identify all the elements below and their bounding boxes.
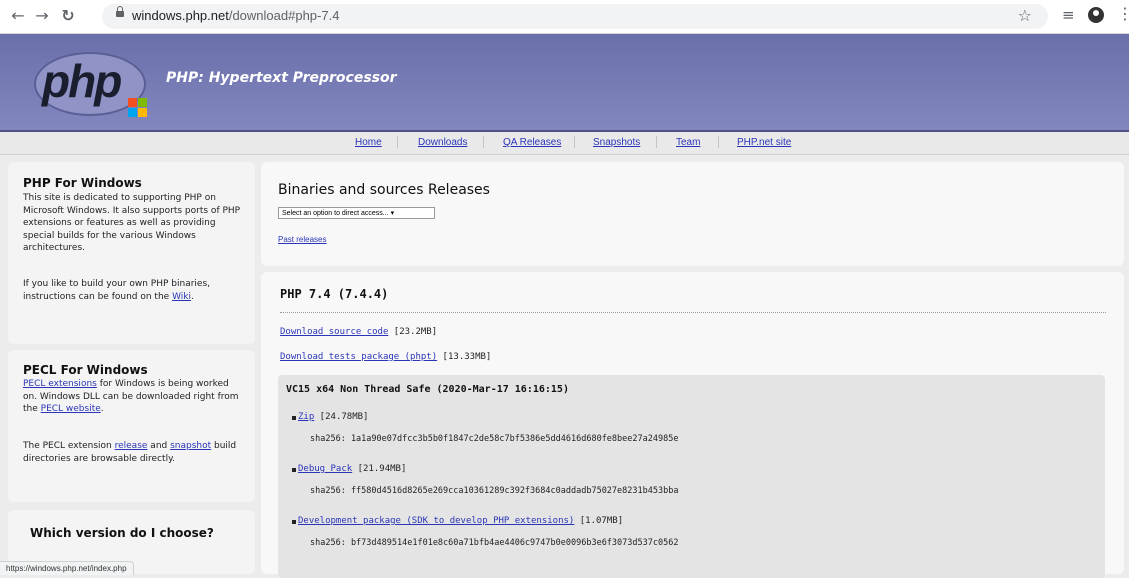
source-download: Download source code [23.2MB] (280, 327, 438, 337)
php-version-panel: PHP 7.4 (7.4.4) Download source code [23… (261, 272, 1124, 578)
releases-title: Binaries and sources Releases (278, 182, 490, 198)
past-releases-link[interactable]: Past releases (278, 235, 326, 244)
nav-snapshots[interactable]: Snapshots (593, 137, 640, 148)
address-bar[interactable]: windows.php.net/download#php-7.4 ☆ (102, 4, 1048, 29)
url-text: windows.php.net/download#php-7.4 (132, 8, 340, 23)
nav-team[interactable]: Team (676, 137, 700, 148)
panel-text: PECL extensions for Windows is being wor… (23, 379, 239, 414)
site-header: php PHP: Hypertext Preprocessor (0, 34, 1129, 130)
nav-separator (656, 136, 657, 148)
sha-hash: sha256: bf73d489514e1f01e8c60a71bfb4ae44… (310, 538, 679, 548)
panel-text: The PECL extension release and snapshot … (23, 441, 237, 464)
nav-separator (483, 136, 484, 148)
top-nav: Home Downloads QA Releases Snapshots Tea… (0, 132, 1129, 155)
windows-flag-icon (128, 98, 148, 118)
panel-title: PHP For Windows (23, 176, 142, 190)
pecl-for-windows-panel: PECL For Windows PECL extensions for Win… (8, 350, 255, 502)
debug-pack-link[interactable]: Debug Pack (298, 464, 352, 474)
zip-link[interactable]: Zip (298, 412, 314, 422)
wiki-link[interactable]: Wiki (172, 292, 191, 302)
profile-avatar-icon[interactable] (1088, 7, 1104, 23)
release-link[interactable]: release (115, 441, 148, 451)
releases-panel: Binaries and sources Releases Select an … (261, 162, 1124, 266)
status-bar-url: https://windows.php.net/index.php (0, 561, 134, 575)
divider (280, 312, 1106, 313)
build-box: VC15 x64 Non Thread Safe (2020-Mar-17 16… (278, 375, 1105, 578)
more-menu-icon[interactable]: ⋮ (1117, 4, 1129, 23)
sha-hash: sha256: ff580d4516d8265e269cca10361289c3… (310, 486, 679, 496)
php-logo-text: php (42, 55, 122, 107)
release-select[interactable]: Select an option to direct access... ▾ (278, 207, 435, 219)
reload-icon[interactable]: ↻ (58, 6, 78, 26)
list-item: Debug Pack [21.94MB] (292, 464, 406, 474)
list-item: Development package (SDK to develop PHP … (292, 516, 623, 526)
list-item: Zip [24.78MB] (292, 412, 368, 422)
sha-hash: sha256: 1a1a90e07dfcc3b5b0f1847c2de58c7b… (310, 434, 679, 444)
nav-home[interactable]: Home (355, 137, 382, 148)
nav-downloads[interactable]: Downloads (418, 137, 467, 148)
lock-icon (116, 6, 124, 17)
back-icon[interactable]: ← (8, 6, 28, 26)
dev-package-link[interactable]: Development package (SDK to develop PHP … (298, 516, 574, 526)
pecl-extensions-link[interactable]: PECL extensions (23, 379, 97, 389)
php-for-windows-panel: PHP For Windows This site is dedicated t… (8, 162, 255, 344)
panel-text: If you like to build your own PHP binari… (23, 279, 210, 302)
nav-qa-releases[interactable]: QA Releases (503, 137, 561, 148)
nav-separator (397, 136, 398, 148)
pecl-website-link[interactable]: PECL website (41, 404, 101, 414)
tests-download: Download tests package (phpt) [13.33MB] (280, 352, 492, 362)
browser-toolbar: ← → ↻ windows.php.net/download#php-7.4 ☆… (0, 0, 1129, 34)
panel-text: This site is dedicated to supporting PHP… (23, 193, 241, 253)
nav-separator (718, 136, 719, 148)
build-title: VC15 x64 Non Thread Safe (2020-Mar-17 16… (286, 384, 569, 395)
snapshot-link[interactable]: snapshot (170, 441, 211, 451)
download-source-link[interactable]: Download source code (280, 327, 388, 337)
bookmark-star-icon[interactable]: ☆ (1018, 6, 1032, 25)
download-tests-link[interactable]: Download tests package (phpt) (280, 352, 437, 362)
nav-php-net-site[interactable]: PHP.net site (737, 137, 791, 148)
forward-icon[interactable]: → (32, 6, 52, 26)
version-title: PHP 7.4 (7.4.4) (280, 287, 389, 301)
site-tagline: PHP: Hypertext Preprocessor (166, 70, 397, 86)
nav-separator (574, 136, 575, 148)
panel-title: PECL For Windows (23, 363, 148, 377)
panel-title: Which version do I choose? (30, 526, 214, 540)
reading-list-icon[interactable]: ≡ (1062, 6, 1075, 24)
